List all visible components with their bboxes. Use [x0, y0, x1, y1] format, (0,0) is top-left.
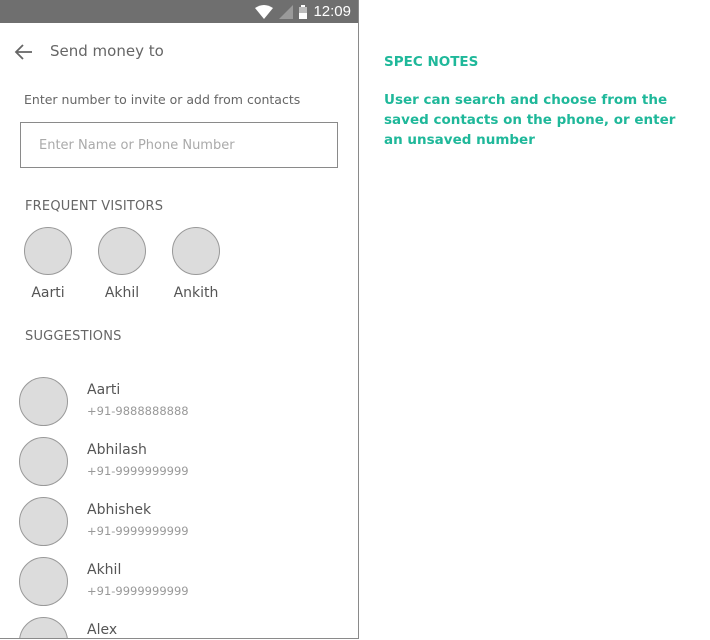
suggestion-row[interactable]: Aarti +91-9888888888	[19, 377, 349, 427]
contact-name: Abhilash	[87, 442, 147, 458]
avatar	[19, 497, 68, 546]
contact-name: Abhishek	[87, 502, 152, 518]
contact-phone: +91-9999999999	[87, 524, 189, 538]
spec-notes-heading: SPEC NOTES	[384, 54, 479, 70]
search-hint: Enter number to invite or add from conta…	[24, 92, 301, 107]
frequent-visitor-name: Ankith	[173, 285, 219, 301]
battery-icon	[299, 4, 308, 19]
avatar	[24, 227, 72, 275]
avatar	[19, 557, 68, 606]
frequent-visitors-label: FREQUENT VISITORS	[25, 199, 164, 214]
status-time: 12:09	[313, 3, 351, 20]
page-title: Send money to	[50, 42, 164, 60]
app-bar: Send money to	[0, 30, 358, 74]
suggestion-row[interactable]: Abhilash +91-9999999999	[19, 437, 349, 487]
avatar	[19, 377, 68, 426]
contact-name: Akhil	[87, 562, 122, 578]
search-input[interactable]	[20, 122, 338, 168]
avatar	[19, 437, 68, 486]
frequent-visitor[interactable]: Akhil	[94, 227, 150, 301]
back-arrow-icon[interactable]	[14, 42, 34, 62]
phone-screen: 12:09 Send money to Enter number to invi…	[0, 0, 359, 639]
contact-phone: +91-9999999999	[87, 464, 189, 478]
status-bar: 12:09	[0, 0, 358, 23]
avatar	[98, 227, 146, 275]
suggestions-label: SUGGESTIONS	[25, 329, 122, 344]
frequent-visitor-name: Akhil	[104, 285, 140, 301]
frequent-visitor-name: Aarti	[31, 285, 65, 301]
frequent-visitor[interactable]: Ankith	[168, 227, 224, 301]
suggestion-row[interactable]: Alex	[19, 617, 349, 638]
avatar	[172, 227, 220, 275]
contact-phone: +91-9999999999	[87, 584, 189, 598]
contact-name: Alex	[87, 622, 118, 638]
frequent-visitor[interactable]: Aarti	[20, 227, 76, 301]
wifi-icon	[255, 4, 274, 19]
avatar	[19, 617, 68, 638]
contact-phone: +91-9888888888	[87, 404, 189, 418]
signal-icon	[279, 4, 294, 19]
spec-notes: SPEC NOTES User can search and choose fr…	[384, 54, 694, 150]
spec-notes-body: User can search and choose from the save…	[384, 92, 676, 148]
contact-name: Aarti	[87, 382, 121, 398]
suggestion-row[interactable]: Abhishek +91-9999999999	[19, 497, 349, 547]
suggestion-row[interactable]: Akhil +91-9999999999	[19, 557, 349, 607]
